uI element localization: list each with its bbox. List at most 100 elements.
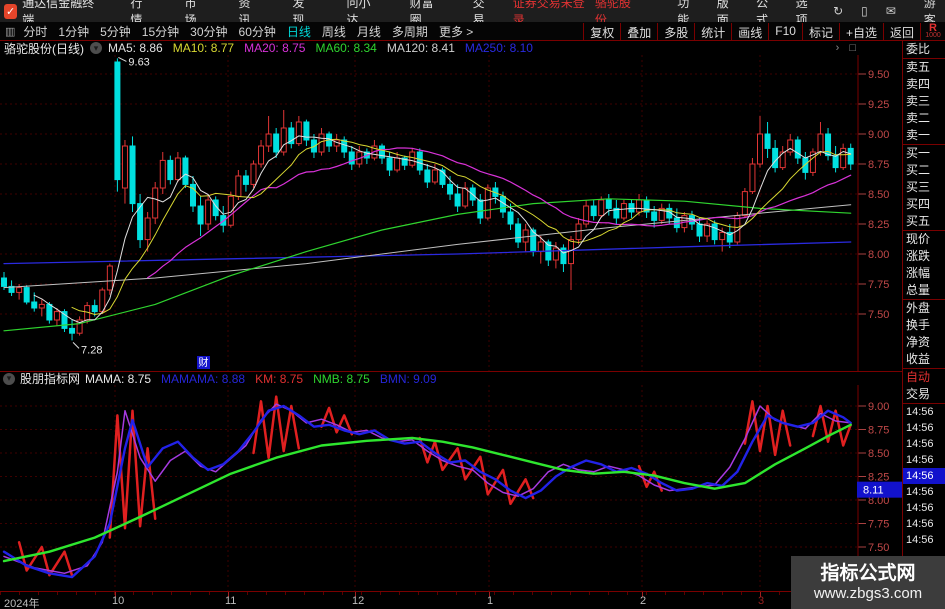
toolbar-action[interactable]: 叠加 [620, 22, 657, 40]
toolbar: ▥ 分时 1分钟 5分钟 15分钟 30分钟 60分钟 日线 周线 月线 多周期 更多 > 复权 叠加… [0, 22, 945, 40]
svg-text:8.11: 8.11 [863, 485, 884, 497]
quote-row[interactable]: 委比 [903, 41, 945, 59]
indicator-legend: MAMA: 8.75 MAMAMA: 8.88 KM: 8.75 NMB: 8.75 B… [85, 372, 437, 386]
quote-row[interactable]: 买四 [903, 196, 945, 213]
quote-row[interactable]: 自动 [903, 369, 945, 386]
toolbar-action[interactable]: 画线 [731, 22, 768, 40]
window-icon[interactable]: □ [849, 42, 856, 54]
tick-row[interactable]: 14:56 [903, 420, 945, 436]
axis-tick [551, 592, 552, 595]
tick-row[interactable]: 14:56 [903, 532, 945, 548]
speed-value: 1000 [925, 31, 941, 39]
period-tab[interactable]: 周线 [322, 23, 346, 40]
indicator-legend-item: KM: 8.75 [255, 371, 304, 386]
quote-row[interactable]: 卖一 [903, 127, 945, 145]
tick-row[interactable]: 14:56 [903, 468, 945, 484]
toolbar-action[interactable]: 返回 [882, 22, 920, 40]
period-tab[interactable]: 30分钟 [190, 23, 227, 40]
quote-row[interactable]: 现价 [903, 231, 945, 248]
quote-row[interactable]: 外盘 [903, 300, 945, 317]
quote-row[interactable]: 买二 [903, 162, 945, 179]
axis-tick [779, 592, 780, 595]
next-icon[interactable]: › [836, 42, 840, 54]
chart-corner-icons: › □ [836, 42, 856, 54]
axis-tick [684, 592, 685, 595]
svg-text:7.28: 7.28 [81, 344, 102, 356]
ma-legend-item: MA250: 8.10 [464, 41, 533, 55]
period-tab[interactable]: 更多 > [439, 23, 473, 40]
watermark: 指标公式网 www.zbgs3.com [791, 556, 945, 609]
svg-text:8.00: 8.00 [868, 249, 889, 261]
quote-row[interactable]: 卖五 [903, 59, 945, 76]
indicator-legend-item: MAMAMA: 8.88 [161, 371, 246, 386]
refresh-icon[interactable]: ↻ [833, 4, 843, 18]
tick-row[interactable]: 14:56 [903, 452, 945, 468]
svg-text:7.50: 7.50 [868, 542, 889, 554]
axis-tick [152, 592, 153, 595]
quote-row[interactable]: 买三 [903, 179, 945, 196]
ma-legend-item: MA10: 8.77 [172, 41, 235, 55]
indicator-chart[interactable]: 9.008.758.508.258.007.757.508.11 [0, 385, 902, 591]
mobile-icon[interactable]: ▯ [861, 4, 868, 18]
chart-column: 骆驼股份(日线) ▾ MA5: 8.86 MA10: 8.77 MA20: 8.75… [0, 40, 902, 609]
tdx-terminal-window: ✓ 通达信金融终端 行情 市场 资讯 发现 问小达 财富圈 交易 证券交易未登录 骆驼股份 … [0, 0, 945, 609]
period-tab[interactable]: 5分钟 [100, 23, 131, 40]
tick-row[interactable]: 14:56 [903, 500, 945, 516]
axis-tick [247, 592, 248, 595]
quote-row[interactable]: 卖二 [903, 110, 945, 127]
axis-tick [304, 592, 305, 595]
date-label: 1 [487, 595, 494, 607]
axis-tick [608, 592, 609, 595]
speed-indicator: R 1000 [920, 21, 945, 40]
toolbar-action[interactable]: 复权 [583, 22, 620, 40]
mail-icon[interactable]: ✉ [886, 4, 896, 18]
chart-title: 骆驼股份(日线) [4, 41, 84, 56]
tick-row[interactable]: 14:56 [903, 516, 945, 532]
main-candlestick-chart[interactable]: 9.50 9.25 9.00 8.75 8.50 8.25 8.00 7.75 7.50 9.63… [0, 55, 902, 371]
quote-row[interactable]: 净资 [903, 334, 945, 351]
layout-icon[interactable]: ▥ [5, 25, 15, 38]
quote-row[interactable]: 收益 [903, 351, 945, 369]
tick-row[interactable]: 14:56 [903, 436, 945, 452]
indicator-title: 股朋指标网 [20, 372, 81, 386]
period-tab[interactable]: 月线 [357, 23, 381, 40]
toolbar-action[interactable]: 多股 [657, 22, 694, 40]
period-tab[interactable]: 日线 [287, 23, 311, 40]
menubar-icons: ↻ ▯ ✉ [833, 4, 896, 18]
tick-row[interactable]: 14:56 [903, 404, 945, 420]
period-tab[interactable]: 1分钟 [58, 23, 89, 40]
watermark-title: 指标公式网 [820, 562, 916, 584]
axis-tick [570, 592, 571, 595]
period-tab[interactable]: 60分钟 [239, 23, 276, 40]
toolbar-action[interactable]: 标记 [801, 22, 839, 40]
axis-tick [266, 592, 267, 595]
axis-tick [323, 592, 324, 595]
period-tab[interactable]: 分时 [23, 23, 47, 40]
quote-row[interactable]: 交易 [903, 386, 945, 404]
axis-tick [456, 592, 457, 595]
date-label: 2 [640, 595, 647, 607]
quote-row[interactable]: 总量 [903, 282, 945, 300]
chevron-down-icon[interactable]: ▾ [3, 372, 15, 385]
axis-tick [57, 592, 58, 595]
date-label: 11 [225, 595, 237, 607]
quote-row[interactable]: 买五 [903, 213, 945, 231]
price-badge: 8.11 [857, 481, 902, 498]
axis-tick [589, 592, 590, 595]
toolbar-action[interactable]: 统计 [694, 22, 731, 40]
quote-row[interactable]: 买一 [903, 145, 945, 162]
toolbar-action[interactable]: F10 [768, 22, 802, 40]
toolbar-actions: 复权 叠加 多股 统计 画线 F10 标记 +自选 返回 [583, 22, 920, 40]
quote-rows: 委比 卖五 卖四 卖三 卖二 卖一 买一 买二 买三 买四 买五 现价 涨跌 涨幅 总量 外盘 换手 净资 收益 自动… [903, 41, 945, 404]
toolbar-action[interactable]: +自选 [838, 22, 883, 40]
period-tab[interactable]: 多周期 [392, 23, 428, 40]
quote-row[interactable]: 涨幅 [903, 265, 945, 282]
quote-row[interactable]: 涨跌 [903, 248, 945, 265]
speed-label: R [929, 21, 937, 34]
quote-row[interactable]: 卖三 [903, 93, 945, 110]
period-tab[interactable]: 15分钟 [142, 23, 179, 40]
chevron-down-icon[interactable]: ▾ [90, 42, 102, 54]
quote-row[interactable]: 换手 [903, 317, 945, 334]
tick-row[interactable]: 14:56 [903, 484, 945, 500]
quote-row[interactable]: 卖四 [903, 76, 945, 93]
